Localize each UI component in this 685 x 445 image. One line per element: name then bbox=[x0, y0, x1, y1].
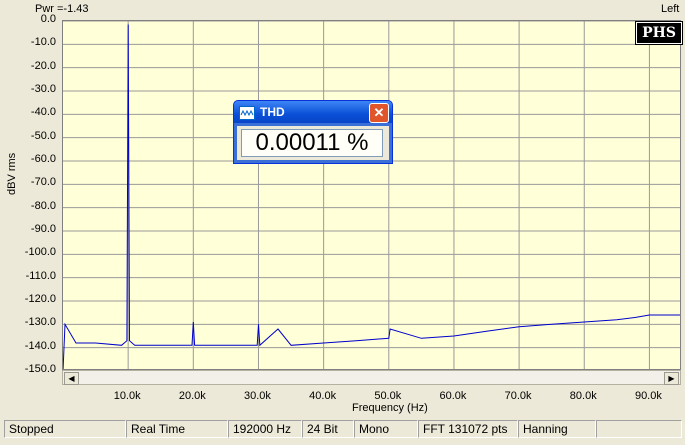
thd-titlebar[interactable]: THD ✕ bbox=[234, 101, 392, 123]
y-tick-label: -90.0 bbox=[30, 223, 56, 235]
y-tick-label: -70.0 bbox=[30, 176, 56, 189]
close-button[interactable]: ✕ bbox=[369, 103, 389, 123]
y-tick-label: -60.0 bbox=[30, 153, 56, 165]
spectrum-svg bbox=[63, 21, 680, 369]
status-fft: FFT 131072 pts bbox=[418, 420, 518, 438]
y-tick-label: -40.0 bbox=[30, 106, 56, 119]
x-tick-label: 40.0k bbox=[309, 390, 337, 402]
x-tick-label: 30.0k bbox=[244, 390, 271, 402]
y-tick-label: 0.0 bbox=[40, 13, 56, 25]
y-tick-label: -10.0 bbox=[30, 36, 56, 49]
x-tick-label: 70.0k bbox=[504, 390, 532, 402]
channel-label: Left bbox=[661, 3, 680, 15]
y-tick-label: -120.0 bbox=[24, 293, 56, 305]
status-state: Stopped bbox=[4, 420, 126, 438]
y-tick-label: -30.0 bbox=[30, 83, 56, 95]
status-channels: Mono bbox=[354, 420, 418, 438]
status-rate: 192000 Hz bbox=[228, 420, 302, 438]
x-tick-label: 60.0k bbox=[439, 390, 467, 402]
waveform-icon bbox=[239, 106, 255, 120]
spectrum-plot[interactable] bbox=[62, 20, 681, 370]
thd-body: 0.00011 % bbox=[237, 126, 389, 160]
x-tick-label: 90.0k bbox=[634, 390, 662, 402]
horizontal-scrollbar[interactable]: ◀ ▶ bbox=[62, 370, 681, 385]
scroll-left-button[interactable]: ◀ bbox=[64, 372, 79, 385]
y-tick-label: -150.0 bbox=[24, 363, 56, 375]
x-tick-label: 80.0k bbox=[569, 390, 597, 402]
y-tick-label: -140.0 bbox=[24, 339, 56, 352]
thd-window[interactable]: THD ✕ 0.00011 % bbox=[233, 100, 393, 164]
scroll-right-button[interactable]: ▶ bbox=[664, 372, 679, 385]
thd-value-display: 0.00011 % bbox=[241, 129, 383, 157]
status-window: Hanning bbox=[518, 420, 596, 438]
x-tick-label: 20.0k bbox=[178, 390, 206, 402]
y-tick-label: -80.0 bbox=[30, 199, 56, 212]
x-tick-label: 10.0k bbox=[113, 390, 141, 402]
y-axis-label: dBV rms bbox=[6, 152, 18, 195]
close-icon: ✕ bbox=[373, 105, 385, 120]
x-axis-label: Frequency (Hz) bbox=[352, 402, 428, 414]
y-tick-label: -20.0 bbox=[30, 59, 56, 72]
status-empty bbox=[596, 420, 682, 438]
status-bits: 24 Bit bbox=[302, 420, 354, 438]
y-tick-label: -130.0 bbox=[24, 316, 56, 329]
status-mode: Real Time bbox=[126, 420, 228, 438]
y-tick-label: -110.0 bbox=[25, 269, 56, 282]
phs-logo-badge: PHS bbox=[636, 22, 682, 44]
x-tick-label: 50.0k bbox=[374, 390, 402, 402]
thd-title: THD bbox=[260, 105, 285, 119]
y-tick-label: -50.0 bbox=[30, 129, 56, 142]
status-bar: Stopped Real Time 192000 Hz 24 Bit Mono … bbox=[0, 418, 685, 445]
spectrum-series-line bbox=[63, 24, 680, 369]
y-tick-label: -100.0 bbox=[24, 246, 56, 259]
